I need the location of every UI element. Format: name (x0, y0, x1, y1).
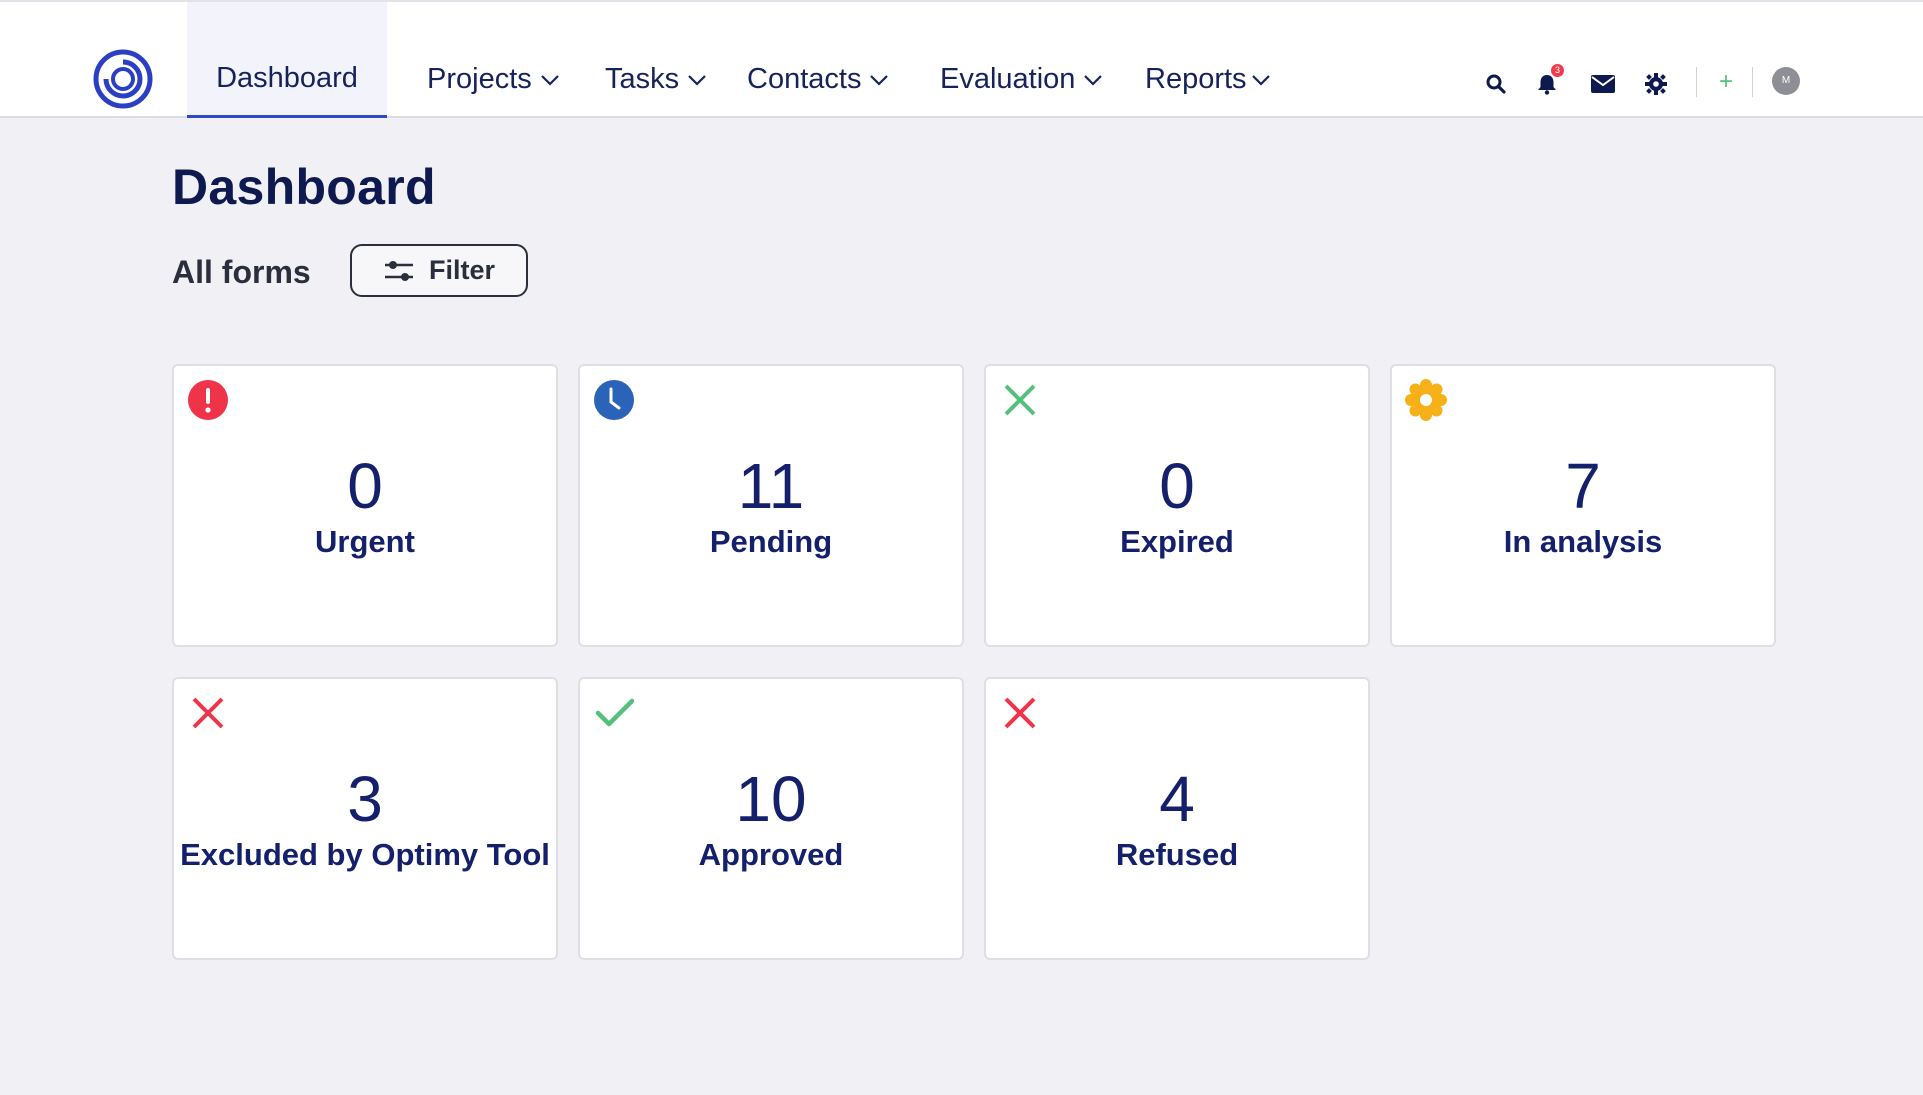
notifications-button[interactable]: 3 (1534, 64, 1564, 97)
card-count: 11 (737, 450, 805, 522)
chevron-down-icon (1251, 74, 1270, 86)
sliders-icon (384, 260, 413, 281)
clock-icon (594, 380, 634, 420)
top-navigation-bar: Dashboard Projects Tasks Contacts Evalua… (0, 0, 1923, 118)
filter-button[interactable]: Filter (350, 244, 528, 297)
nav-evaluation-label: Evaluation (940, 63, 1076, 95)
chevron-down-icon (540, 74, 559, 86)
x-icon (1004, 697, 1036, 729)
card-label: Urgent (315, 524, 415, 559)
card-count: 7 (1565, 450, 1601, 522)
plus-icon: + (1718, 68, 1733, 95)
avatar: M (1772, 67, 1800, 95)
chevron-down-icon (1084, 74, 1103, 86)
card-label: Expired (1120, 524, 1234, 559)
nav-contacts-label: Contacts (747, 63, 862, 95)
card-count: 3 (347, 763, 383, 835)
nav-projects-label: Projects (427, 63, 532, 95)
search-icon[interactable] (1484, 72, 1508, 96)
nav-evaluation[interactable]: Evaluation (940, 2, 1103, 118)
status-card-in-analysis[interactable]: 7 In analysis (1390, 364, 1776, 647)
x-icon (192, 697, 224, 729)
status-card-urgent[interactable]: 0 Urgent (172, 364, 558, 647)
chevron-down-icon (688, 74, 706, 86)
user-avatar[interactable]: M (1772, 67, 1800, 95)
gear-icon[interactable] (1644, 72, 1668, 96)
nav-dashboard[interactable]: Dashboard (187, 2, 387, 118)
nav-projects[interactable]: Projects (427, 2, 560, 118)
card-count: 0 (1159, 450, 1195, 522)
notification-count-badge: 3 (1551, 64, 1564, 77)
status-card-pending[interactable]: 11 Pending (578, 364, 964, 647)
forms-scope-label: All forms (172, 254, 311, 290)
add-button[interactable]: + (1714, 68, 1738, 96)
card-label: Excluded by Optimy Tool (180, 837, 550, 872)
nav-tasks-label: Tasks (605, 63, 680, 95)
exclamation-circle-icon (188, 380, 228, 420)
app-logo[interactable] (92, 48, 154, 110)
check-icon (595, 698, 635, 727)
card-label: Approved (698, 837, 844, 872)
gear-icon (1405, 379, 1447, 421)
nav-tasks[interactable]: Tasks (605, 2, 707, 118)
card-label: Pending (709, 524, 833, 559)
header-divider (1696, 67, 1697, 97)
card-count: 10 (735, 763, 807, 835)
status-card-approved[interactable]: 10 Approved (578, 677, 964, 960)
card-count: 0 (347, 450, 383, 522)
card-label: In analysis (1503, 524, 1663, 559)
mail-icon[interactable] (1590, 73, 1616, 95)
status-card-excluded[interactable]: 3 Excluded by Optimy Tool (172, 677, 558, 960)
nav-reports[interactable]: Reports (1145, 2, 1271, 118)
card-label: Refused (1115, 837, 1239, 872)
status-card-refused[interactable]: 4 Refused (984, 677, 1370, 960)
x-icon (1004, 384, 1036, 416)
nav-contacts[interactable]: Contacts (747, 2, 889, 118)
chevron-down-icon (870, 74, 889, 86)
nav-reports-label: Reports (1145, 63, 1247, 95)
status-card-expired[interactable]: 0 Expired (984, 364, 1370, 647)
header-divider (1752, 67, 1753, 97)
page-title: Dashboard (172, 159, 436, 215)
filter-button-label: Filter (428, 255, 495, 285)
nav-dashboard-label: Dashboard (216, 61, 358, 94)
card-count: 4 (1159, 763, 1195, 835)
